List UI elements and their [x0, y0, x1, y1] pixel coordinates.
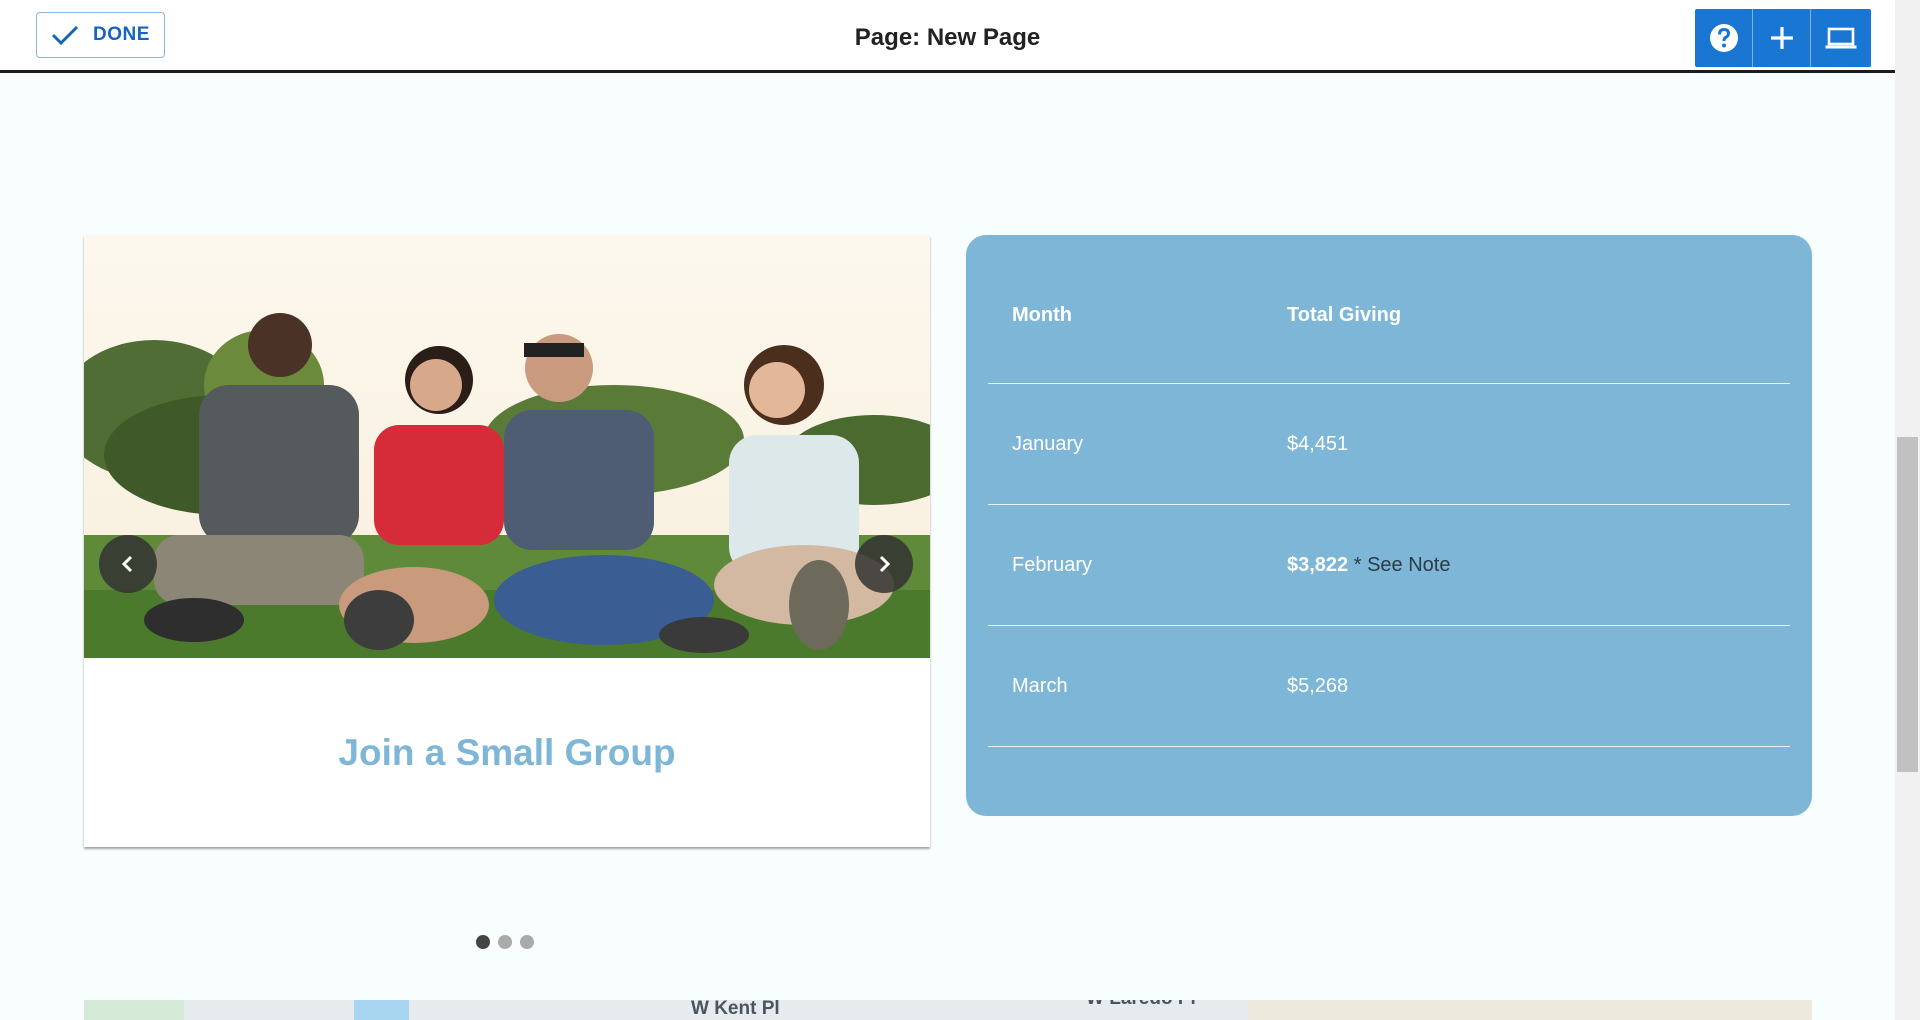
carousel-dot[interactable] — [498, 935, 512, 949]
table-row: February $3,822 * See Note — [988, 505, 1790, 626]
carousel-prev-button[interactable] — [99, 535, 157, 593]
total-cell: $4,451 — [1287, 432, 1349, 455]
map-street-label: W Kent Pl — [691, 1000, 780, 1019]
month-cell: January — [1012, 432, 1084, 455]
toolbar-actions — [1695, 9, 1871, 67]
total-cell: $3,822 * See Note — [1287, 554, 1790, 577]
page-title: Page: New Page — [854, 24, 1041, 51]
carousel-dot[interactable] — [520, 935, 534, 949]
map-area — [1249, 1000, 1812, 1020]
carousel-dot[interactable] — [476, 935, 490, 949]
table-row: January $4,451 — [988, 384, 1790, 505]
chevron-right-icon — [879, 555, 891, 573]
carousel-pagination — [476, 935, 534, 949]
map-embed[interactable]: W Kent Pl W Laredo Pl — [84, 1000, 1812, 1020]
month-cell: February — [1012, 553, 1093, 576]
editor-toolbar: DONE Page: New Page — [0, 0, 1895, 73]
total-value: $3,822 — [1287, 553, 1349, 576]
scrollbar-thumb[interactable] — [1897, 437, 1918, 772]
month-cell: March — [1012, 674, 1068, 697]
giving-table-card: Month Total Giving January $4,451 Februa… — [966, 235, 1812, 816]
total-giving-header: Total Giving — [1287, 304, 1402, 326]
table-header-row: Month Total Giving — [988, 275, 1790, 384]
carousel-next-button[interactable] — [855, 535, 913, 593]
help-button[interactable] — [1695, 9, 1753, 67]
add-icon — [1770, 27, 1793, 49]
carousel-card: Join a Small Group — [84, 235, 930, 847]
total-cell: $5,268 — [1287, 674, 1349, 697]
table-row: March $5,268 — [988, 626, 1790, 747]
desktop-preview-button[interactable] — [1811, 9, 1871, 67]
see-note-text: * See Note — [1353, 553, 1451, 576]
map-water — [354, 1000, 409, 1020]
chevron-left-icon — [121, 555, 133, 573]
giving-table: Month Total Giving January $4,451 Februa… — [988, 275, 1790, 747]
map-park — [84, 1000, 184, 1020]
help-icon — [1709, 24, 1738, 52]
month-header: Month — [1012, 304, 1072, 326]
page-scrollbar[interactable] — [1895, 0, 1920, 1020]
desktop-preview-icon — [1825, 27, 1857, 49]
map-street-label: W Laredo Pl — [1086, 1000, 1196, 1010]
small-group-photo — [84, 235, 930, 658]
add-block-button[interactable] — [1753, 9, 1811, 67]
carousel-caption[interactable]: Join a Small Group — [84, 658, 930, 847]
